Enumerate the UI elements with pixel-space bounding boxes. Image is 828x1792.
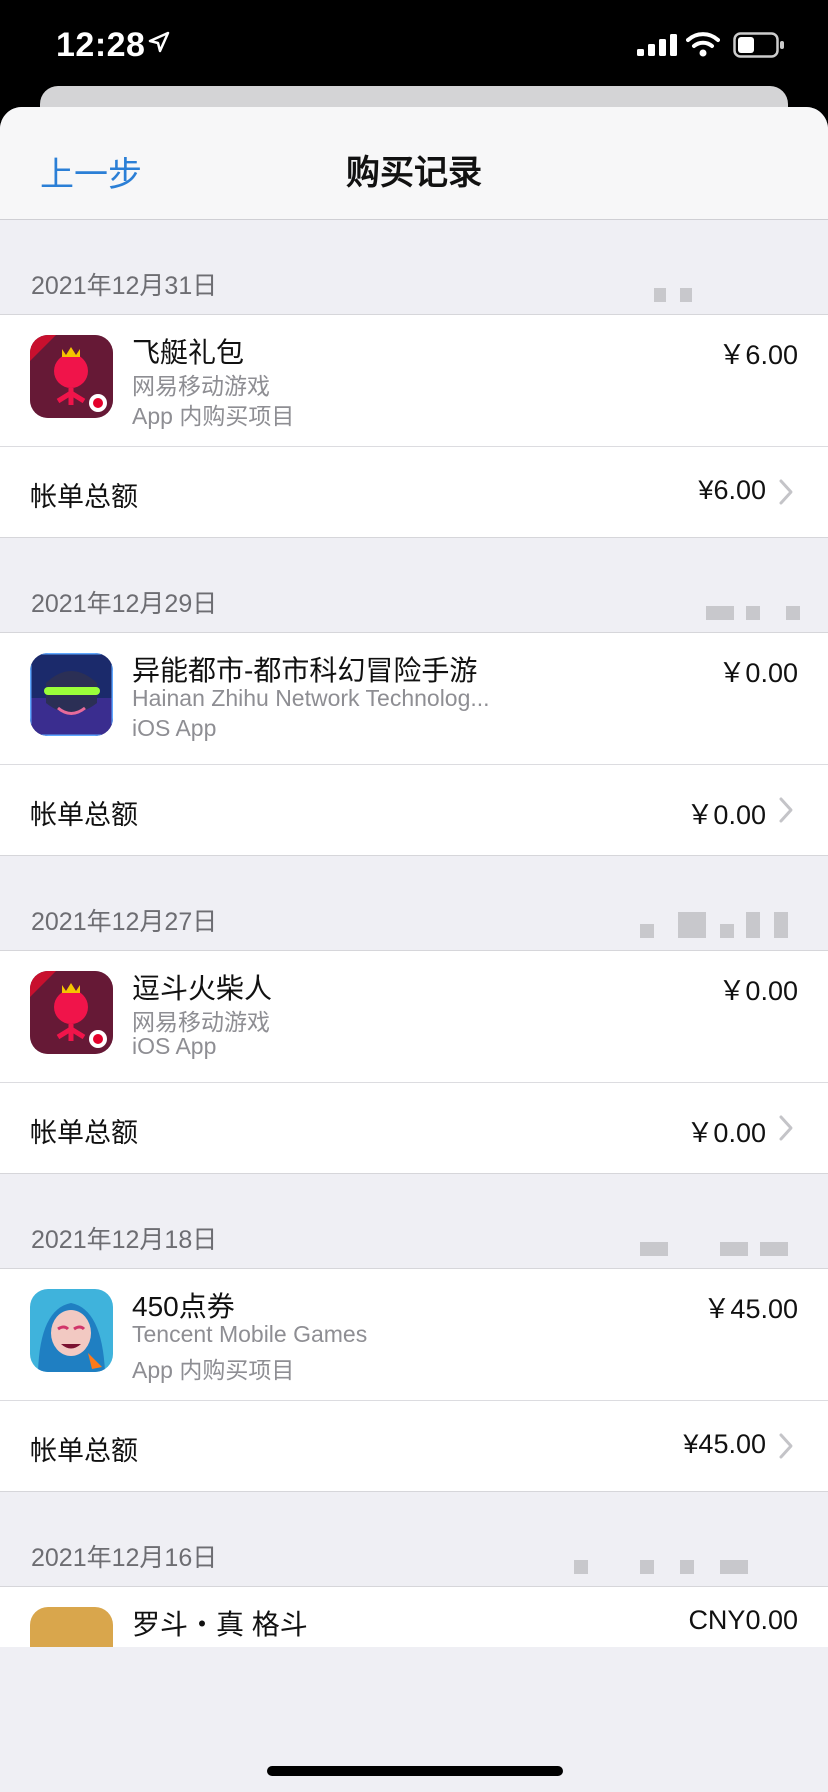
stickman-red-icon — [30, 971, 113, 1054]
item-name: 罗斗・真 格斗 — [132, 1609, 308, 1640]
redacted-text — [640, 1560, 654, 1574]
bill-total-row[interactable]: 帐单总额 ¥45.00 — [0, 1401, 828, 1491]
purchase-section: 2021年12月31日 飞艇礼包 网易移动游戏 App 内购买项目 ￥6.00 … — [0, 220, 828, 538]
purchase-section: 2021年12月18日 450点券 Tencent Mobile Games A… — [0, 1174, 828, 1492]
purchase-section: 2021年12月29日 异能都市-都市科幻冒险手游 Hainan Zhihu N… — [0, 538, 828, 856]
location-arrow-icon — [148, 31, 170, 53]
bill-total-row[interactable]: 帐单总额 ￥0.00 — [0, 1083, 828, 1173]
section-header: 2021年12月18日 — [0, 1174, 828, 1268]
section-header: 2021年12月31日 — [0, 220, 828, 314]
status-bar: 12:28 — [0, 0, 828, 100]
item-type: App 内购买项目 — [132, 403, 295, 429]
redacted-text — [760, 1242, 788, 1256]
purchase-item-row[interactable]: 飞艇礼包 网易移动游戏 App 内购买项目 ￥6.00 — [0, 315, 828, 447]
wifi-icon — [686, 32, 720, 57]
redacted-text — [680, 288, 692, 302]
purchase-history-sheet: 上一步 购买记录 2021年12月31日 飞艇礼包 网易移动游戏 App 内购买… — [0, 107, 828, 1792]
section-header: 2021年12月16日 — [0, 1492, 828, 1586]
purchase-card: 450点券 Tencent Mobile Games App 内购买项目 ￥45… — [0, 1268, 828, 1492]
redacted-text — [746, 912, 760, 938]
item-type: iOS App — [132, 1033, 217, 1059]
redacted-text — [680, 1560, 694, 1574]
cellular-signal-icon — [637, 34, 677, 56]
purchase-item-row[interactable]: 逗斗火柴人 网易移动游戏 iOS App ￥0.00 — [0, 951, 828, 1083]
redacted-text — [720, 1242, 748, 1256]
bill-total-amount: ¥6.00 — [698, 475, 766, 505]
item-type: App 内购买项目 — [132, 1357, 295, 1383]
redacted-text — [574, 1560, 588, 1574]
page-title: 购买记录 — [346, 154, 482, 192]
section-header: 2021年12月27日 — [0, 856, 828, 950]
purchase-item-row[interactable]: 异能都市-都市科幻冒险手游 Hainan Zhihu Network Techn… — [0, 633, 828, 765]
purchase-date: 2021年12月27日 — [31, 908, 218, 936]
item-name: 逗斗火柴人 — [132, 973, 273, 1004]
purchase-section: 2021年12月27日 逗斗火柴人 网易移动游戏 iOS App ￥0.00 帐… — [0, 856, 828, 1174]
bill-total-row[interactable]: 帐单总额 ¥6.00 — [0, 447, 828, 537]
bill-total-label: 帐单总额 — [30, 1436, 138, 1466]
bill-total-label: 帐单总额 — [30, 800, 138, 830]
redacted-text — [786, 606, 800, 620]
item-price: CNY0.00 — [688, 1605, 798, 1635]
item-developer: 网易移动游戏 — [132, 373, 270, 399]
app-icon — [30, 1607, 113, 1647]
cyber-hero-icon — [30, 653, 113, 736]
purchase-date: 2021年12月16日 — [31, 1544, 218, 1572]
redacted-text — [774, 912, 788, 938]
home-indicator[interactable] — [267, 1766, 563, 1776]
status-time: 12:28 — [56, 26, 146, 64]
chevron-right-icon — [779, 1433, 793, 1459]
purchase-card: 异能都市-都市科幻冒险手游 Hainan Zhihu Network Techn… — [0, 632, 828, 856]
item-price: ￥0.00 — [718, 658, 798, 688]
redacted-text — [720, 1560, 748, 1574]
redacted-text — [706, 606, 734, 620]
navigation-bar: 上一步 购买记录 — [0, 107, 828, 220]
item-developer: Tencent Mobile Games — [132, 1321, 368, 1347]
item-type: iOS App — [132, 715, 217, 741]
redacted-text — [640, 924, 654, 938]
item-name: 异能都市-都市科幻冒险手游 — [132, 655, 478, 686]
redacted-text — [746, 606, 760, 620]
redacted-text — [678, 912, 706, 938]
chevron-right-icon — [779, 479, 793, 505]
item-price: ￥45.00 — [703, 1294, 798, 1324]
item-name: 飞艇礼包 — [132, 337, 245, 368]
bill-total-row[interactable]: 帐单总额 ￥0.00 — [0, 765, 828, 855]
redacted-text — [720, 924, 734, 938]
purchase-date: 2021年12月29日 — [31, 590, 218, 618]
battery-icon — [733, 32, 784, 58]
item-price: ￥0.00 — [718, 976, 798, 1006]
purchase-item-row[interactable]: 450点券 Tencent Mobile Games App 内购买项目 ￥45… — [0, 1269, 828, 1401]
purchase-card: 逗斗火柴人 网易移动游戏 iOS App ￥0.00 帐单总额 ￥0.00 — [0, 950, 828, 1174]
redacted-text — [654, 288, 666, 302]
item-developer: 网易移动游戏 — [132, 1009, 270, 1035]
bill-total-label: 帐单总额 — [30, 482, 138, 512]
item-developer: Hainan Zhihu Network Technolog... — [132, 685, 490, 711]
purchase-card: 飞艇礼包 网易移动游戏 App 内购买项目 ￥6.00 帐单总额 ¥6.00 — [0, 314, 828, 538]
item-name: 450点券 — [132, 1291, 235, 1322]
bill-total-amount: ￥0.00 — [686, 800, 766, 830]
chevron-right-icon — [779, 1115, 793, 1141]
redacted-text — [640, 1242, 668, 1256]
chevron-right-icon — [779, 797, 793, 823]
purchase-date: 2021年12月31日 — [31, 272, 218, 300]
item-price: ￥6.00 — [718, 340, 798, 370]
purchase-list[interactable]: 2021年12月31日 飞艇礼包 网易移动游戏 App 内购买项目 ￥6.00 … — [0, 220, 828, 1647]
home-indicator-area — [0, 1722, 828, 1792]
section-header: 2021年12月29日 — [0, 538, 828, 632]
stickman-red-icon — [30, 335, 113, 418]
bill-total-label: 帐单总额 — [30, 1118, 138, 1148]
purchase-section: 2021年12月16日 罗斗・真 格斗 CNY0.00 — [0, 1492, 828, 1647]
bill-total-amount: ¥45.00 — [683, 1429, 766, 1459]
bill-total-amount: ￥0.00 — [686, 1118, 766, 1148]
purchase-date: 2021年12月18日 — [31, 1226, 218, 1254]
jinx-icon — [30, 1289, 113, 1372]
purchase-item-row[interactable]: 罗斗・真 格斗 CNY0.00 — [0, 1586, 828, 1647]
